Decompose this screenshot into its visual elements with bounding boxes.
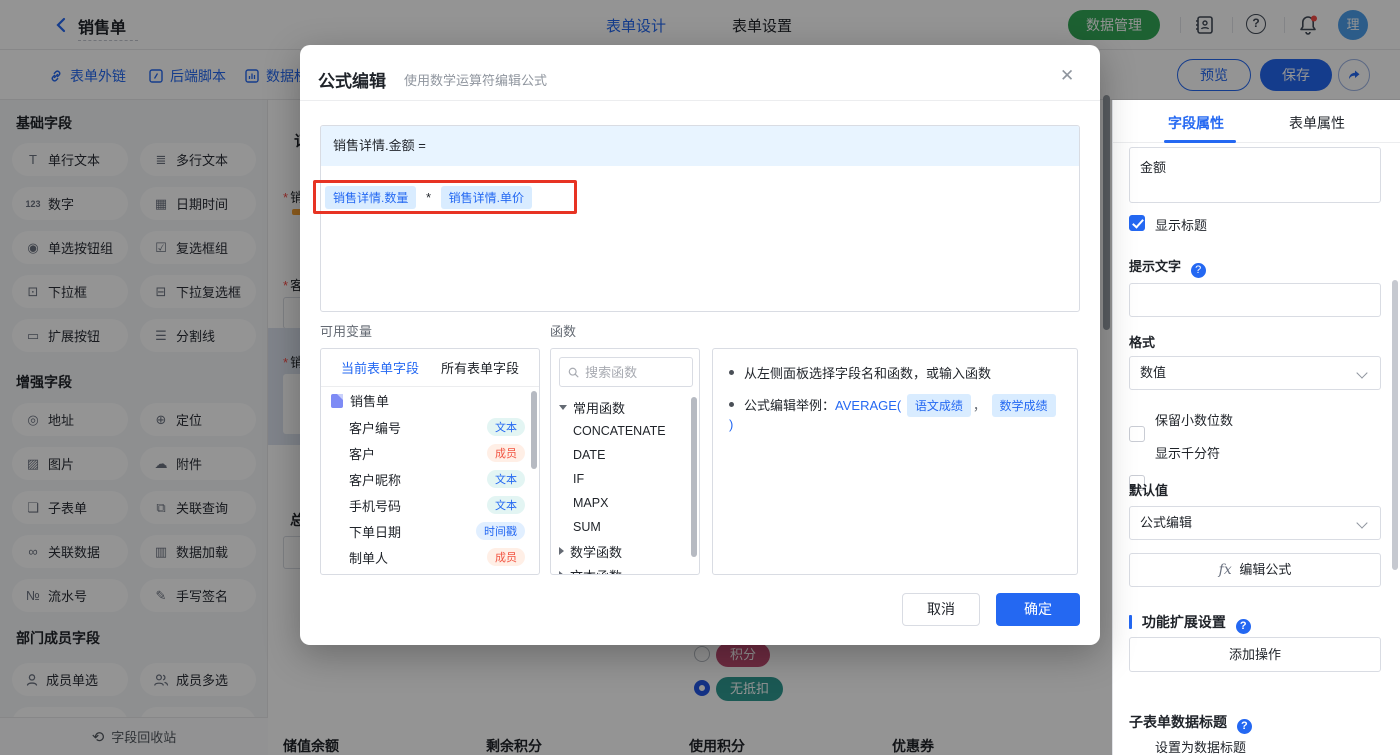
variable-name: 客户 <box>349 446 376 462</box>
example-arg-chip: 语文成绩 <box>906 394 971 417</box>
active-tab-underline <box>1164 140 1236 143</box>
fx-icon: fx <box>1218 562 1232 578</box>
variable-row[interactable]: 客户编号 文本 <box>321 414 539 440</box>
function-group-text[interactable]: 文本函数 <box>551 563 699 575</box>
show-title-checkbox[interactable] <box>1129 215 1145 231</box>
close-icon[interactable]: ✕ <box>1060 66 1074 86</box>
variable-row[interactable]: 下单日期 时间戳 <box>321 518 539 544</box>
tip-line-2: 公式编辑举例：AVERAGE( 语文成绩， 数学成绩) <box>729 394 1061 432</box>
cancel-button[interactable]: 取消 <box>902 593 980 626</box>
bullet-icon <box>729 402 734 407</box>
type-badge: 时间戳 <box>476 522 525 540</box>
modal-title: 公式编辑 <box>318 72 386 91</box>
function-item[interactable]: IF <box>551 467 699 491</box>
hint-text-input[interactable] <box>1129 283 1381 317</box>
tab-form-properties[interactable]: 表单属性 <box>1289 113 1345 133</box>
variable-name: 制单人 <box>349 550 389 566</box>
hint-text-row: 提示文字 ? <box>1129 256 1206 278</box>
example-close-paren: ) <box>729 417 734 432</box>
example-arg-chip: 数学成绩 <box>991 394 1056 417</box>
type-badge: 成员 <box>487 444 525 462</box>
variable-row[interactable]: 手机号码 文本 <box>321 492 539 518</box>
type-badge: 文本 <box>487 418 525 436</box>
decimal-label: 保留小数位数 <box>1155 413 1234 428</box>
type-badge: 成员 <box>487 548 525 566</box>
default-value-select[interactable]: 公式编辑 <box>1129 506 1381 540</box>
confirm-button[interactable]: 确定 <box>996 593 1080 626</box>
functions-panel: 常用函数 CONCATENATE DATE IF MAPX SUM 数学函数 文… <box>550 348 700 575</box>
function-item[interactable]: MAPX <box>551 491 699 515</box>
extension-help-icon[interactable]: ? <box>1235 619 1251 634</box>
search-icon <box>568 367 579 377</box>
edit-formula-button[interactable]: fx 编辑公式 <box>1129 553 1381 587</box>
modal-subtitle: 使用数学运算符编辑公式 <box>404 73 548 88</box>
type-badge: 文本 <box>487 470 525 488</box>
properties-panel: 字段属性 表单属性 金额 显示标题 提示文字 ? 格式 数值 保留小数位数 显示… <box>1112 100 1400 755</box>
subform-help-icon[interactable]: ? <box>1236 719 1252 734</box>
panel-scrollbar[interactable] <box>1392 280 1398 570</box>
tab-field-properties[interactable]: 字段属性 <box>1168 113 1224 133</box>
subform-data-title-label: 子表单数据标题 <box>1129 714 1227 730</box>
chevron-right-icon <box>559 547 564 555</box>
function-group-label: 常用函数 <box>573 400 626 416</box>
functions-scrollbar[interactable] <box>691 397 697 557</box>
function-item[interactable]: SUM <box>551 515 699 539</box>
add-action-button[interactable]: 添加操作 <box>1129 637 1381 672</box>
edit-formula-label: 编辑公式 <box>1239 562 1292 577</box>
tip-line-1: 从左侧面板选择字段名和函数，或输入函数 <box>729 363 1061 382</box>
variable-row[interactable]: 客户昵称 文本 <box>321 466 539 492</box>
field-name-input[interactable]: 金额 <box>1129 147 1381 203</box>
variable-name: 手机号码 <box>349 498 402 514</box>
function-item[interactable]: CONCATENATE <box>551 419 699 443</box>
default-value-label: 默认值 <box>1129 483 1169 498</box>
variable-root-label: 销售单 <box>350 394 390 409</box>
app-window: 销售单 表单设计 表单设置 数据管理 ? 理 表单外链 后端脚本 数据权限 预览… <box>0 0 1400 755</box>
format-select[interactable]: 数值 <box>1129 356 1381 390</box>
tips-panel: 从左侧面板选择字段名和函数，或输入函数 公式编辑举例：AVERAGE( 语文成绩… <box>712 348 1078 575</box>
functions-label: 函数 <box>550 324 577 339</box>
tab-current-form-fields[interactable]: 当前表单字段 <box>341 358 419 377</box>
show-title-label: 显示标题 <box>1155 218 1208 233</box>
formula-target: 销售详情.金额 = <box>321 126 1079 166</box>
panel-tab-bar <box>1113 100 1400 143</box>
section-accent-bar <box>1129 615 1132 629</box>
formula-editor[interactable]: 销售详情.金额 = <box>320 125 1080 312</box>
function-group-math[interactable]: 数学函数 <box>551 539 699 563</box>
decimal-checkbox[interactable] <box>1129 426 1145 442</box>
hint-help-icon[interactable]: ? <box>1190 263 1206 278</box>
example-function: AVERAGE( <box>835 398 902 413</box>
modal-divider <box>300 100 1100 101</box>
function-search[interactable] <box>559 357 693 387</box>
format-label: 格式 <box>1129 335 1156 350</box>
subform-data-title-header: 子表单数据标题 ? <box>1129 712 1252 734</box>
function-search-input[interactable] <box>585 364 684 380</box>
bullet-icon <box>729 370 734 375</box>
variable-row[interactable]: 客户 成员 <box>321 440 539 466</box>
hint-text-label: 提示文字 <box>1129 259 1182 274</box>
variable-name: 下单日期 <box>349 524 402 540</box>
function-group-label: 数学函数 <box>570 544 623 560</box>
extension-settings-label: 功能扩展设置 <box>1141 614 1226 630</box>
chevron-down-icon <box>559 404 567 410</box>
variable-name: 客户昵称 <box>349 472 402 488</box>
function-group-common[interactable]: 常用函数 <box>551 395 699 419</box>
thousand-separator-label: 显示千分符 <box>1155 446 1221 461</box>
variable-tree-root[interactable]: 销售单 <box>321 387 539 414</box>
variables-scrollbar[interactable] <box>531 391 537 469</box>
form-doc-icon <box>331 393 343 408</box>
function-group-label: 文本函数 <box>570 566 622 575</box>
chevron-right-icon <box>559 571 564 574</box>
function-item[interactable]: DATE <box>551 443 699 467</box>
variable-name: 客户编号 <box>349 420 402 436</box>
set-data-title-label: 设置为数据标题 <box>1155 740 1247 755</box>
formula-edit-modal: 公式编辑 使用数学运算符编辑公式 ✕ 销售详情.金额 = 销售详情.数量 * 销… <box>300 45 1100 645</box>
extension-settings-header: 功能扩展设置 ? <box>1129 612 1251 634</box>
annotation-highlight-box <box>313 180 577 214</box>
type-badge: 文本 <box>487 496 525 514</box>
variables-label: 可用变量 <box>320 324 373 339</box>
variable-row[interactable]: 制单人 成员 <box>321 544 539 570</box>
variables-panel: 当前表单字段 所有表单字段 销售单 客户编号 文本 客户 成员 客户昵称 文本 … <box>320 348 540 575</box>
tab-all-form-fields[interactable]: 所有表单字段 <box>441 358 519 377</box>
